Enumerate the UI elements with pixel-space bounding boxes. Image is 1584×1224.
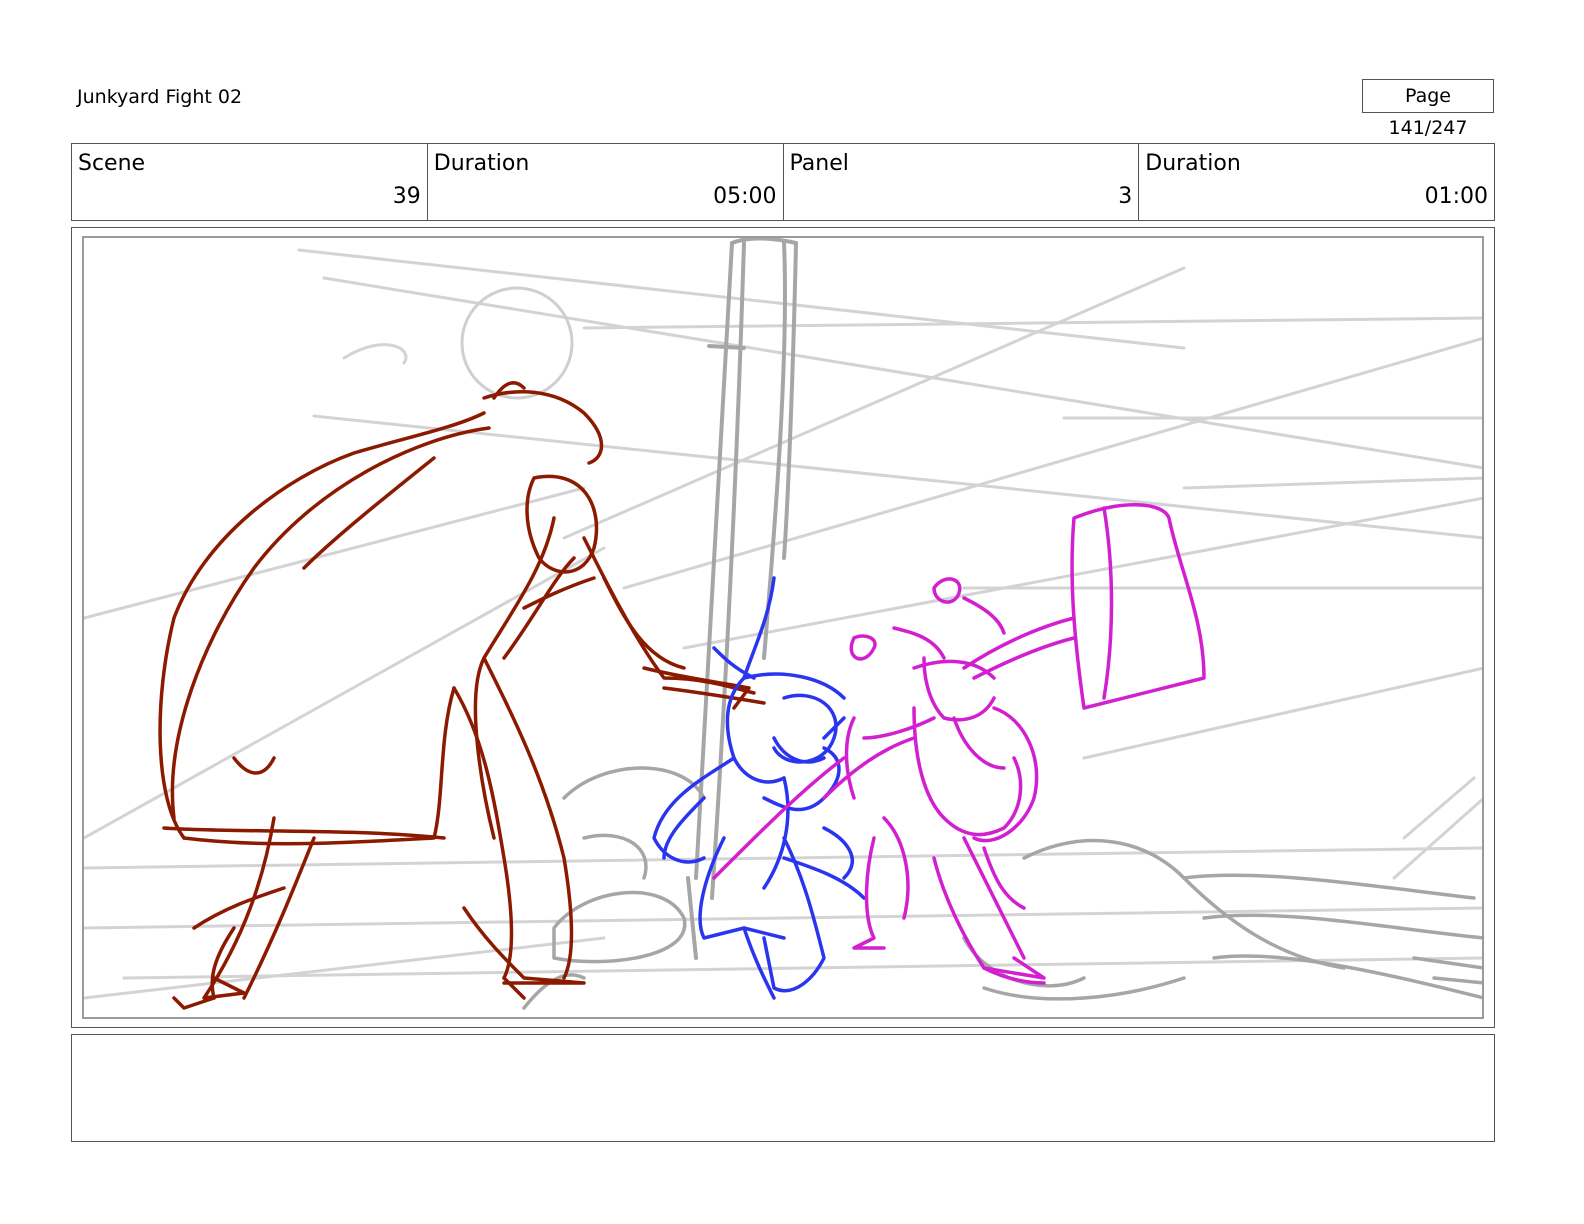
panel-duration-value: 01:00: [1424, 184, 1488, 209]
panel-cell: Panel 3: [782, 144, 1139, 220]
notes-box: [71, 1034, 1495, 1142]
panel-label: Panel: [789, 151, 849, 176]
panel-duration-cell: Duration 01:00: [1138, 144, 1494, 220]
document-title: Junkyard Fight 02: [77, 86, 243, 108]
panel-duration-label: Duration: [1145, 151, 1241, 176]
red-character-sketch: [158, 381, 766, 1010]
sketch-drawing: [84, 238, 1482, 1010]
storyboard-panel-image: [82, 236, 1484, 1019]
scene-duration-value: 05:00: [713, 184, 777, 209]
storyboard-panel-frame: [71, 227, 1495, 1028]
magenta-character-sketch: [712, 503, 1206, 985]
scene-cell: Scene 39: [72, 144, 427, 220]
scene-label: Scene: [78, 151, 146, 176]
panel-value: 3: [1118, 184, 1133, 209]
head-circle-sketch: [460, 286, 574, 400]
page-indicator: Page 141/247: [1362, 79, 1494, 139]
scene-value: 39: [392, 184, 421, 209]
scene-duration-label: Duration: [433, 151, 530, 176]
scene-duration-cell: Duration 05:00: [426, 144, 783, 220]
panel-info-table: Scene 39 Duration 05:00 Panel 3 Duration…: [71, 143, 1495, 221]
